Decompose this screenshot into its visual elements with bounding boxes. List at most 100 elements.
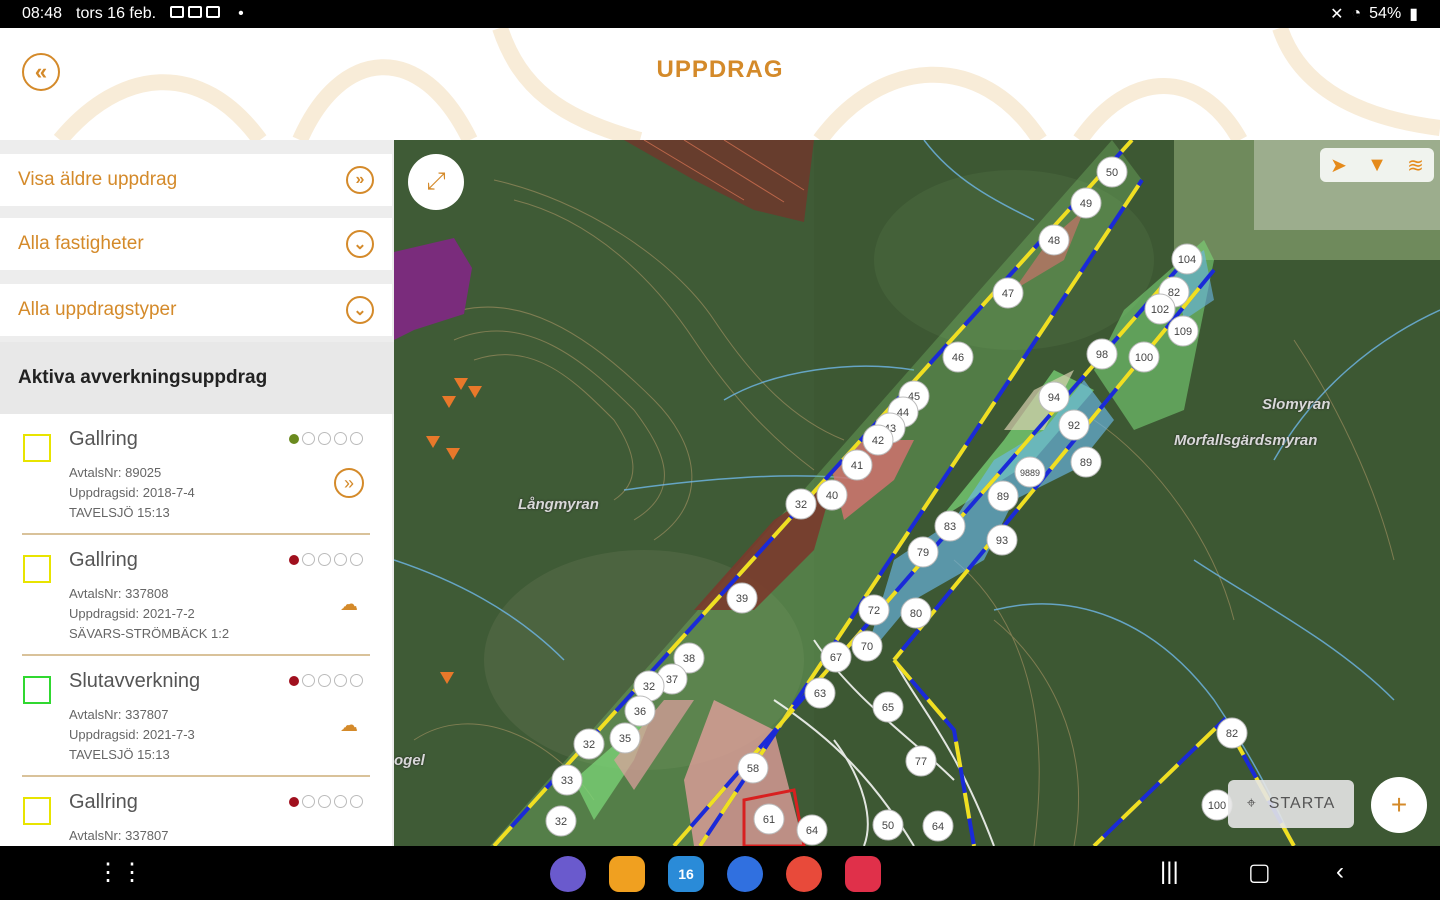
stand-number: 89 [997, 491, 1009, 503]
stand-number: 89 [1080, 457, 1092, 469]
item-checkbox[interactable] [23, 434, 51, 462]
show-older-assignments-row[interactable]: Visa äldre uppdrag » [0, 154, 392, 206]
item-meta: AvtalsNr: 337807 [69, 826, 169, 846]
list-item[interactable]: Gallring AvtalsNr: 337807 ☁ [0, 777, 392, 846]
stand-number: 67 [830, 652, 842, 664]
status-dots [289, 795, 363, 808]
item-name: Gallring [69, 791, 138, 813]
map-toolbar: ➤ ▼ ≋ [1320, 148, 1434, 182]
contract-number: AvtalsNr: 337807 [69, 828, 169, 843]
stand-number: 77 [915, 756, 927, 768]
system-navbar: 16 ⋮⋮ ||| ▢ ‹ [0, 846, 1440, 900]
stand-number: 63 [814, 688, 826, 700]
stand-number: 64 [806, 825, 818, 837]
stand-number: 83 [944, 521, 956, 533]
stand-number: 72 [868, 605, 880, 617]
place-label: Slomyran [1262, 396, 1331, 413]
stand-number: 50 [882, 820, 894, 832]
stand-number: 64 [932, 821, 944, 833]
stand-number: 32 [643, 681, 655, 693]
contacts-app-icon[interactable] [786, 856, 822, 892]
map-view[interactable]: 50 49 48 47 46 45 44 43 42 41 40 32 39 38 37 32 36 35 32 33… [394, 140, 1440, 846]
wifi-icon: ◔ [1351, 5, 1362, 22]
item-checkbox[interactable] [23, 797, 51, 825]
stand-number: 39 [736, 593, 748, 605]
files-app-icon[interactable] [609, 856, 645, 892]
home-icon[interactable]: ▢ [1248, 858, 1271, 887]
item-name: Gallring [69, 428, 138, 450]
stand-number: 61 [763, 814, 775, 826]
stand-number: 50 [1106, 167, 1118, 179]
stand-number: 79 [917, 547, 929, 559]
double-chevron-right-icon: » [343, 472, 354, 493]
recent-apps-icon[interactable]: ||| [1160, 858, 1179, 886]
item-name: Slutavverkning [69, 670, 201, 692]
header-decoration [53, 28, 1440, 140]
plus-icon: + [1390, 789, 1408, 820]
property-name: TAVELSJÖ 15:13 [69, 747, 170, 762]
stand-number: 36 [634, 706, 646, 718]
notification-dot: • [238, 5, 244, 22]
status-dots [289, 674, 363, 687]
assignment-list: Gallring AvtalsNr: 89025 Uppdragsid: 201… [0, 414, 392, 846]
open-assignment-button[interactable]: » [334, 468, 364, 498]
item-meta: AvtalsNr: 337808 Uppdragsid: 2021-7-2 SÄ… [69, 584, 229, 644]
stand-number: 35 [619, 733, 631, 745]
double-chevron-down-icon[interactable]: ⌄ [346, 296, 374, 324]
status-dots [289, 553, 363, 566]
stand-number: 33 [561, 775, 573, 787]
download-button[interactable]: ☁ [334, 710, 364, 740]
sidebar: Visa äldre uppdrag » Alla fastigheter ⌄ … [0, 140, 394, 846]
assignment-id: Uppdragsid: 2021-7-3 [69, 727, 195, 742]
assignment-id: Uppdragsid: 2018-7-4 [69, 485, 195, 500]
navigation-arrow-icon[interactable]: ➤ [1330, 153, 1347, 178]
download-button[interactable]: ☁ [334, 589, 364, 619]
list-item[interactable]: Slutavverkning AvtalsNr: 337807 Uppdrags… [0, 656, 392, 777]
notification-icons [170, 5, 224, 23]
layers-icon[interactable]: ≋ [1407, 153, 1424, 178]
filter-label: Alla fastigheter [18, 233, 144, 254]
gps-icon: ⌖ [1246, 795, 1257, 812]
item-checkbox[interactable] [23, 555, 51, 583]
property-filter-dropdown[interactable]: Alla fastigheter ⌄ [0, 218, 392, 270]
start-tracking-button[interactable]: ⌖ STARTA [1228, 780, 1354, 828]
filter-label: Visa äldre uppdrag [18, 169, 178, 190]
calendar-app-icon[interactable]: 16 [668, 856, 704, 892]
clock: 08:48 [22, 5, 63, 22]
stand-number: 42 [872, 435, 884, 447]
messages-app-icon[interactable] [727, 856, 763, 892]
place-label: Morfallsgärdsmyran [1174, 432, 1318, 449]
status-dots [289, 432, 363, 445]
filter-label: Alla uppdragstyper [18, 299, 177, 320]
stand-number: 93 [996, 535, 1008, 547]
page-title: UPPDRAG [656, 56, 784, 83]
item-checkbox[interactable] [23, 676, 51, 704]
list-item[interactable]: Gallring AvtalsNr: 337808 Uppdragsid: 20… [0, 535, 392, 656]
double-chevron-right-icon[interactable]: » [346, 166, 374, 194]
double-chevron-down-icon[interactable]: ⌄ [346, 230, 374, 258]
stand-number: 94 [1048, 392, 1060, 404]
back-icon[interactable]: ‹ [1336, 858, 1344, 886]
expand-arrows-icon: ⤢ [426, 168, 446, 195]
download-button[interactable]: ☁ [334, 835, 364, 847]
app-header: « UPPDRAG [0, 28, 1440, 140]
stand-number: 48 [1048, 235, 1060, 247]
expand-map-button[interactable]: ⤢ [408, 154, 464, 210]
internet-app-icon[interactable] [550, 856, 586, 892]
app-grid-icon[interactable]: ⋮⋮ [96, 858, 144, 887]
place-label: Långmyran [518, 496, 599, 513]
cloud-download-icon: ☁ [340, 714, 358, 735]
screen-recorder-app-icon[interactable] [845, 856, 881, 892]
start-label: STARTA [1268, 795, 1336, 812]
list-item[interactable]: Gallring AvtalsNr: 89025 Uppdragsid: 201… [0, 414, 392, 535]
status-bar: 08:48 tors 16 feb. • ✕ ◔ 54% ▮ [0, 0, 1440, 28]
stand-number: 70 [861, 641, 873, 653]
stand-number: 40 [826, 490, 838, 502]
add-button[interactable]: + [1371, 777, 1427, 833]
stand-number: 109 [1174, 326, 1192, 338]
stand-number: 41 [851, 460, 863, 472]
filter-icon[interactable]: ▼ [1367, 154, 1387, 177]
map-canvas[interactable]: 5049484746454443424140323938373236353233… [394, 140, 1440, 846]
contract-number: AvtalsNr: 89025 [69, 465, 162, 480]
assignment-type-filter-dropdown[interactable]: Alla uppdragstyper ⌄ [0, 284, 392, 336]
